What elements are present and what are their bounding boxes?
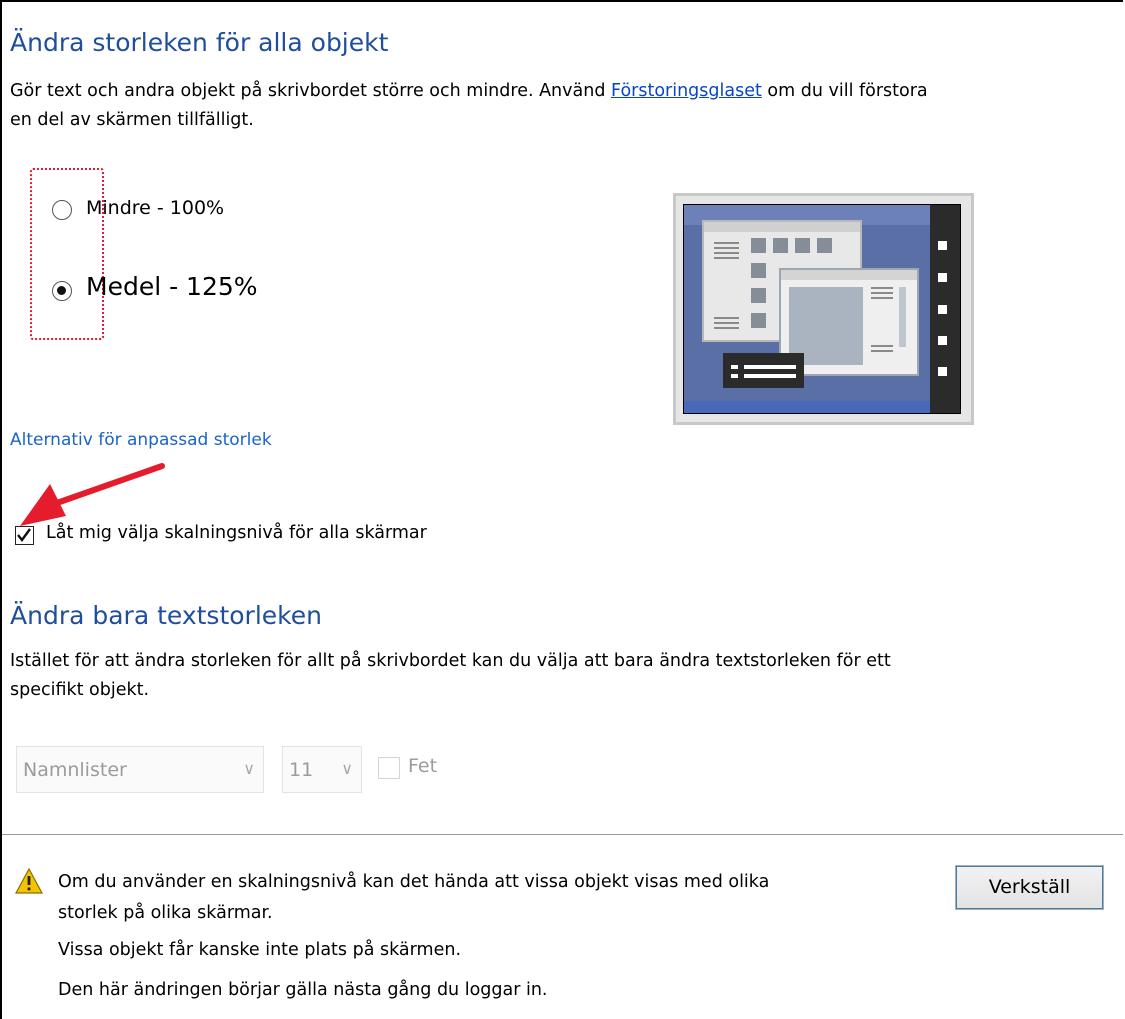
annotation-highlight-box	[30, 168, 104, 340]
warning-line4: Den här ändringen börjar gälla nästa gån…	[58, 980, 548, 1000]
radio-smaller[interactable]	[52, 200, 72, 220]
radio-medium-label: Medel - 125%	[86, 272, 258, 301]
bold-checkbox[interactable]	[378, 757, 400, 779]
annotation-arrow-icon	[20, 463, 165, 526]
checkmark-icon	[17, 528, 31, 542]
section2-description: Istället för att ändra storleken för all…	[10, 651, 891, 671]
apply-button[interactable]: Verkställ	[955, 865, 1104, 910]
description-text: Gör text och andra objekt på skrivbordet…	[10, 81, 611, 101]
font-size-value: 11	[289, 759, 314, 781]
text-item-select[interactable]: Namnlister ∨	[16, 746, 264, 793]
display-preview-image	[673, 193, 974, 425]
apply-button-label: Verkställ	[988, 876, 1071, 898]
section-description: Gör text och andra objekt på skrivbordet…	[10, 77, 928, 106]
warning-icon	[15, 868, 43, 894]
section2-description-line2: specifikt objekt.	[10, 680, 150, 700]
bold-checkbox-label: Fet	[408, 755, 438, 777]
section-title-all-objects: Ändra storleken för alla objekt	[10, 28, 389, 57]
section-title-text-only: Ändra bara textstorleken	[10, 601, 322, 630]
scaling-checkbox[interactable]	[15, 526, 34, 545]
warning-line1: Om du använder en skalningsnivå kan det …	[58, 872, 770, 892]
warning-line3: Vissa objekt får kanske inte plats på sk…	[58, 940, 462, 960]
text-item-value: Namnlister	[23, 759, 127, 781]
radio-smaller-label: Mindre - 100%	[86, 197, 225, 219]
divider	[2, 834, 1123, 835]
chevron-down-icon: ∨	[341, 759, 353, 778]
magnifier-link[interactable]: Förstoringsglaset	[611, 81, 762, 101]
custom-size-link[interactable]: Alternativ för anpassad storlek	[10, 430, 272, 450]
radio-medium[interactable]	[52, 281, 72, 301]
font-size-select[interactable]: 11 ∨	[282, 746, 362, 793]
section-description-line2: en del av skärmen tillfälligt.	[10, 110, 254, 130]
radio-selected-dot	[57, 286, 66, 295]
chevron-down-icon: ∨	[243, 759, 255, 778]
description-text-end: om du vill förstora	[761, 81, 928, 101]
scaling-checkbox-label: Låt mig välja skalningsnivå för alla skä…	[46, 523, 427, 543]
warning-line2: storlek på olika skärmar.	[58, 903, 273, 923]
